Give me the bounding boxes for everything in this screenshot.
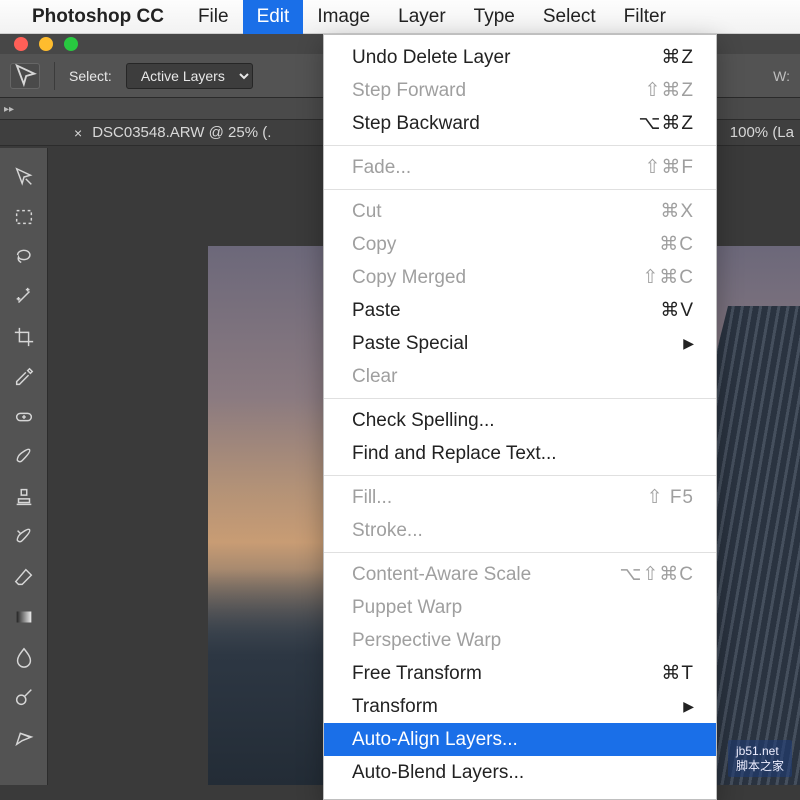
menu-item-label: Copy [352,234,396,256]
width-label: W: [773,68,790,84]
eraser-tool[interactable] [5,558,43,596]
menu-item-label: Fade... [352,157,411,179]
menu-filter[interactable]: Filter [610,0,680,34]
menu-item-label: Check Spelling... [352,410,495,432]
menu-item-transform[interactable]: Transform ▶ [324,690,716,723]
edit-menu-dropdown: Undo Delete Layer ⌘Z Step Forward ⇧⌘Z Step B… [323,34,717,800]
menu-item-label: Paste Special [352,333,468,355]
menu-item-content-aware-scale: Content-Aware Scale ⌥⇧⌘C [324,558,716,591]
menu-shortcut: ⇧⌘Z [644,79,694,102]
menu-item-paste-special[interactable]: Paste Special ▶ [324,327,716,360]
menu-item-puppet-warp: Puppet Warp [324,591,716,624]
menu-item-fill: Fill... ⇧ F5 [324,481,716,514]
menu-shortcut: ⌘V [660,299,694,322]
menu-item-label: Paste [352,300,401,322]
menu-layer[interactable]: Layer [384,0,460,34]
tab-close-icon[interactable]: × [74,125,82,141]
separator [54,62,55,90]
brush-tool[interactable] [5,438,43,476]
menu-item-copy: Copy ⌘C [324,228,716,261]
menu-item-step-forward: Step Forward ⇧⌘Z [324,74,716,107]
menu-edit[interactable]: Edit [243,0,304,34]
app-name: Photoshop CC [32,6,164,28]
menu-item-label: Perspective Warp [352,630,501,652]
lasso-tool[interactable] [5,238,43,276]
select-dropdown[interactable]: Active Layers [126,63,253,89]
menu-item-label: Find and Replace Text... [352,443,557,465]
menu-item-label: Free Transform [352,663,482,685]
menu-shortcut: ⌘C [659,233,694,256]
pen-tool[interactable] [5,718,43,756]
eyedropper-tool[interactable] [5,358,43,396]
menu-item-label: Step Forward [352,80,466,102]
move-tool[interactable] [5,158,43,196]
menu-item-label: Stroke... [352,520,423,542]
menu-item-clear: Clear [324,360,716,393]
menu-item-label: Clear [352,366,397,388]
menu-shortcut: ⌥⌘Z [638,112,694,135]
minimize-window-icon[interactable] [39,37,53,51]
close-window-icon[interactable] [14,37,28,51]
healing-brush-tool[interactable] [5,398,43,436]
menu-item-cut: Cut ⌘X [324,195,716,228]
tab-zoom-info: 100% (La [730,124,794,141]
blur-tool[interactable] [5,638,43,676]
menu-item-label: Cut [352,201,382,223]
menu-item-label: Puppet Warp [352,597,462,619]
zoom-window-icon[interactable] [64,37,78,51]
magic-wand-tool[interactable] [5,278,43,316]
menu-item-auto-align-layers[interactable]: Auto-Align Layers... [324,723,716,756]
menu-item-label: Step Backward [352,113,480,135]
menu-item-check-spelling[interactable]: Check Spelling... [324,404,716,437]
menu-item-free-transform[interactable]: Free Transform ⌘T [324,657,716,690]
menu-item-paste[interactable]: Paste ⌘V [324,294,716,327]
menu-item-undo-delete-layer[interactable]: Undo Delete Layer ⌘Z [324,41,716,74]
menu-shortcut: ⌘X [660,200,694,223]
menu-item-find-and-replace-text[interactable]: Find and Replace Text... [324,437,716,470]
panel-handle-icon[interactable]: ▸▸ [4,104,14,115]
menu-item-step-backward[interactable]: Step Backward ⌥⌘Z [324,107,716,140]
menu-shortcut: ⇧⌘F [644,156,694,179]
menu-shortcut: ⌘T [661,662,694,685]
menu-item-label: Transform [352,696,438,718]
watermark-line2: 脚本之家 [736,759,784,773]
menu-shortcut: ⌥⇧⌘C [619,563,694,586]
dodge-tool[interactable] [5,678,43,716]
menu-shortcut: ⇧ F5 [647,486,694,509]
menu-item-auto-blend-layers[interactable]: Auto-Blend Layers... [324,756,716,789]
stamp-tool[interactable] [5,478,43,516]
watermark-line1: jb51.net [736,744,784,758]
menu-select[interactable]: Select [529,0,610,34]
submenu-arrow-icon: ▶ [683,698,694,715]
menu-item-fade: Fade... ⇧⌘F [324,151,716,184]
menu-item-copy-merged: Copy Merged ⇧⌘C [324,261,716,294]
tool-palette [0,148,48,785]
menu-item-stroke: Stroke... [324,514,716,547]
menu-file[interactable]: File [184,0,243,34]
menu-item-label: Auto-Blend Layers... [352,762,524,784]
marquee-tool[interactable] [5,198,43,236]
history-brush-tool[interactable] [5,518,43,556]
menu-item-label: Auto-Align Layers... [352,729,518,751]
menu-item-label: Fill... [352,487,392,509]
menu-image[interactable]: Image [303,0,384,34]
tab-filename[interactable]: DSC03548.ARW @ 25% (. [92,124,271,141]
submenu-arrow-icon: ▶ [683,335,694,352]
gradient-tool[interactable] [5,598,43,636]
menu-type[interactable]: Type [460,0,529,34]
menu-shortcut: ⇧⌘C [642,266,694,289]
menu-item-perspective-warp: Perspective Warp [324,624,716,657]
crop-tool[interactable] [5,318,43,356]
menu-item-label: Copy Merged [352,267,466,289]
menu-item-label: Content-Aware Scale [352,564,531,586]
mac-menubar: Photoshop CC File Edit Image Layer Type … [0,0,800,34]
tool-preset-icon[interactable] [10,63,40,89]
menu-item-label: Undo Delete Layer [352,47,510,69]
menu-shortcut: ⌘Z [661,46,694,69]
select-label: Select: [69,68,112,84]
watermark: jb51.net 脚本之家 [728,740,792,777]
